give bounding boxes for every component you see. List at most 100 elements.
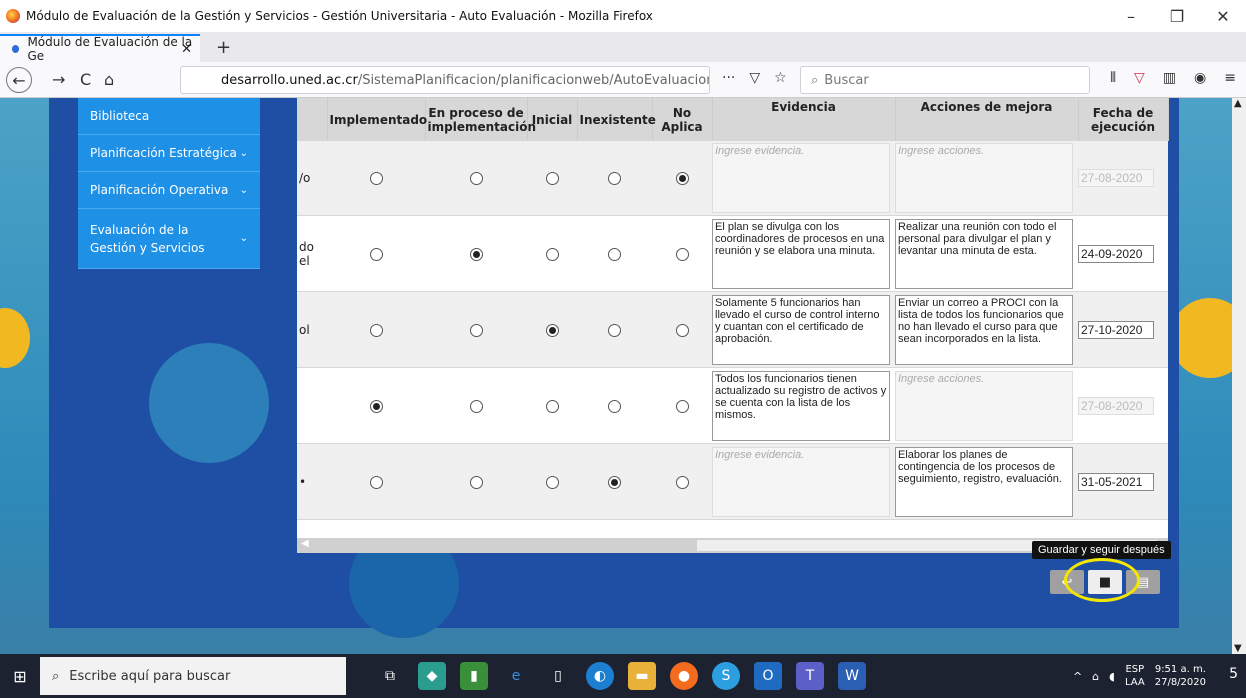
tray-up-chevron-icon[interactable]: ^ [1073, 670, 1082, 683]
network-icon[interactable]: ⌂ [1092, 670, 1099, 683]
back-button[interactable]: ← [6, 67, 32, 93]
sidebar-item-planificacion-operativa[interactable]: Planificación Operativa ⌄ [78, 172, 260, 209]
rating-radio[interactable] [608, 475, 621, 489]
teams-icon[interactable]: T [796, 662, 824, 690]
tab-favicon-icon [12, 45, 20, 53]
sidebar-item-biblioteca[interactable]: Biblioteca [78, 98, 260, 135]
library-icon[interactable]: ⫴ [1110, 70, 1116, 86]
edge-legacy-icon[interactable]: e [502, 662, 530, 690]
rating-radio[interactable] [469, 399, 483, 413]
rating-radio[interactable] [608, 172, 621, 185]
taskbar-search-input[interactable]: ⌕ Escribe aquí para buscar [40, 657, 346, 695]
acciones-textarea[interactable]: Elaborar los planes de contingencia de l… [895, 446, 1073, 517]
col-header-evidencia: Evidencia [712, 98, 896, 141]
scroll-up-icon[interactable]: ▲ [1234, 98, 1242, 109]
word-icon[interactable]: W [838, 662, 866, 690]
rating-radio[interactable] [545, 172, 559, 185]
outlook-icon[interactable]: O [754, 662, 782, 690]
home-button[interactable]: ⌂ [104, 70, 114, 89]
radio-cell [327, 291, 425, 368]
windows-start-icon[interactable]: ⊞ [0, 654, 40, 698]
scroll-left-icon[interactable]: ◀ [301, 538, 309, 549]
tab-close-icon[interactable]: ✕ [181, 42, 192, 57]
criterion-fragment: • [297, 443, 327, 520]
firefox-taskbar-icon[interactable]: ● [670, 662, 698, 690]
rating-radio[interactable] [675, 399, 689, 413]
col-header-acciones: Acciones de mejora [895, 98, 1079, 141]
acciones-textarea[interactable]: Ingrese acciones. [895, 143, 1073, 213]
evidencia-textarea[interactable]: Ingrese evidencia. [712, 446, 890, 517]
rating-radio[interactable] [369, 399, 383, 413]
restore-button[interactable]: ❐ [1154, 0, 1200, 32]
rating-radio[interactable] [675, 323, 689, 337]
rating-radio[interactable] [369, 247, 383, 261]
menu-icon[interactable]: ≡ [1224, 70, 1236, 86]
fecha-input[interactable]: 27-10-2020 [1078, 320, 1154, 339]
acciones-textarea[interactable]: Realizar una reunión con todo el persona… [895, 218, 1073, 289]
notification-center-icon[interactable]: 5 [1229, 666, 1238, 682]
rating-radio[interactable] [608, 247, 621, 261]
pocket-icon[interactable]: ▽ [749, 70, 760, 86]
sidebar-menu: Biblioteca Planificación Estratégica ⌄ Pl… [78, 98, 260, 269]
rating-radio[interactable] [469, 247, 483, 261]
rating-radio[interactable] [545, 399, 559, 413]
rating-radio[interactable] [369, 323, 383, 337]
sidebar-icon[interactable]: ▥ [1163, 70, 1176, 86]
app-icon[interactable]: ◆ [418, 662, 446, 690]
rating-radio[interactable] [369, 172, 383, 185]
app-icon[interactable]: ▮ [460, 662, 488, 690]
acciones-cell: Ingrese acciones. [895, 141, 1078, 216]
sidebar-item-label: Biblioteca [90, 109, 150, 123]
lang-indicator[interactable]: ESP LAA [1125, 663, 1145, 689]
file-icon[interactable]: ▯ [544, 662, 572, 690]
rating-radio[interactable] [545, 475, 559, 489]
rating-radio[interactable] [545, 247, 559, 261]
rating-radio[interactable] [469, 172, 483, 185]
bookmark-star-icon[interactable]: ☆ [774, 70, 787, 86]
reload-button[interactable]: C [80, 70, 91, 89]
search-input[interactable]: ⌕ Buscar [800, 66, 1090, 94]
minimize-button[interactable]: – [1108, 0, 1154, 32]
evidencia-textarea[interactable]: Ingrese evidencia. [712, 143, 890, 213]
tab-active[interactable]: Módulo de Evaluación de la Ge ✕ [0, 34, 200, 63]
radio-cell [652, 443, 712, 520]
sidebar-item-evaluacion[interactable]: Evaluación de la Gestión y Servicios ⌄ [78, 209, 260, 269]
close-window-button[interactable]: ✕ [1200, 0, 1246, 32]
rating-radio[interactable] [469, 323, 483, 337]
rating-radio[interactable] [545, 323, 559, 337]
rating-radio[interactable] [608, 399, 621, 413]
page-actions-icon[interactable]: ··· [722, 70, 735, 86]
pocket-toolbar-icon[interactable]: ▽ [1134, 70, 1145, 86]
acciones-textarea[interactable]: Ingrese acciones. [895, 370, 1073, 441]
fecha-input[interactable]: 27-08-2020 [1078, 396, 1154, 415]
file-explorer-icon[interactable]: ▬ [628, 662, 656, 690]
rating-radio[interactable] [675, 475, 689, 489]
task-view-icon[interactable]: ⧉ [376, 662, 404, 690]
rating-radio[interactable] [675, 247, 689, 261]
volume-icon[interactable]: ◖ [1109, 670, 1115, 683]
account-icon[interactable]: ◉ [1194, 70, 1206, 86]
acciones-textarea[interactable]: Enviar un correo a PROCI con la lista de… [895, 294, 1073, 365]
new-tab-button[interactable]: + [216, 37, 231, 58]
rating-radio[interactable] [608, 323, 621, 337]
vertical-scrollbar[interactable]: ▲ ▼ [1232, 98, 1246, 654]
rating-radio[interactable] [469, 475, 483, 489]
evidencia-textarea[interactable]: Solamente 5 funcionarios han llevado el … [712, 294, 890, 365]
rating-radio[interactable] [675, 172, 689, 185]
url-bar[interactable]: desarrollo.uned.ac.cr/SistemaPlanificaci… [180, 66, 710, 94]
sidebar-item-planificacion-estrategica[interactable]: Planificación Estratégica ⌄ [78, 135, 260, 172]
scroll-down-icon[interactable]: ▼ [1234, 643, 1242, 654]
fecha-input[interactable]: 27-08-2020 [1078, 169, 1154, 187]
criterion-fragment: do el [297, 215, 327, 292]
evidencia-textarea[interactable]: El plan se divulga con los coordinadores… [712, 218, 890, 289]
evidencia-textarea[interactable]: Todos los funcionarios tienen actualizad… [712, 370, 890, 441]
edge-icon[interactable]: ◐ [586, 662, 614, 690]
rating-radio[interactable] [369, 475, 383, 489]
col-header-criterio [297, 98, 328, 141]
skype-icon[interactable]: S [712, 662, 740, 690]
clock[interactable]: 9:51 a. m. 27/8/2020 [1155, 663, 1206, 689]
fecha-input[interactable]: 24-09-2020 [1078, 244, 1154, 263]
forward-button[interactable]: → [52, 70, 65, 89]
fecha-input[interactable]: 31-05-2021 [1078, 472, 1154, 491]
sidebar-item-label: Evaluación de la Gestión y Servicios [90, 222, 205, 255]
